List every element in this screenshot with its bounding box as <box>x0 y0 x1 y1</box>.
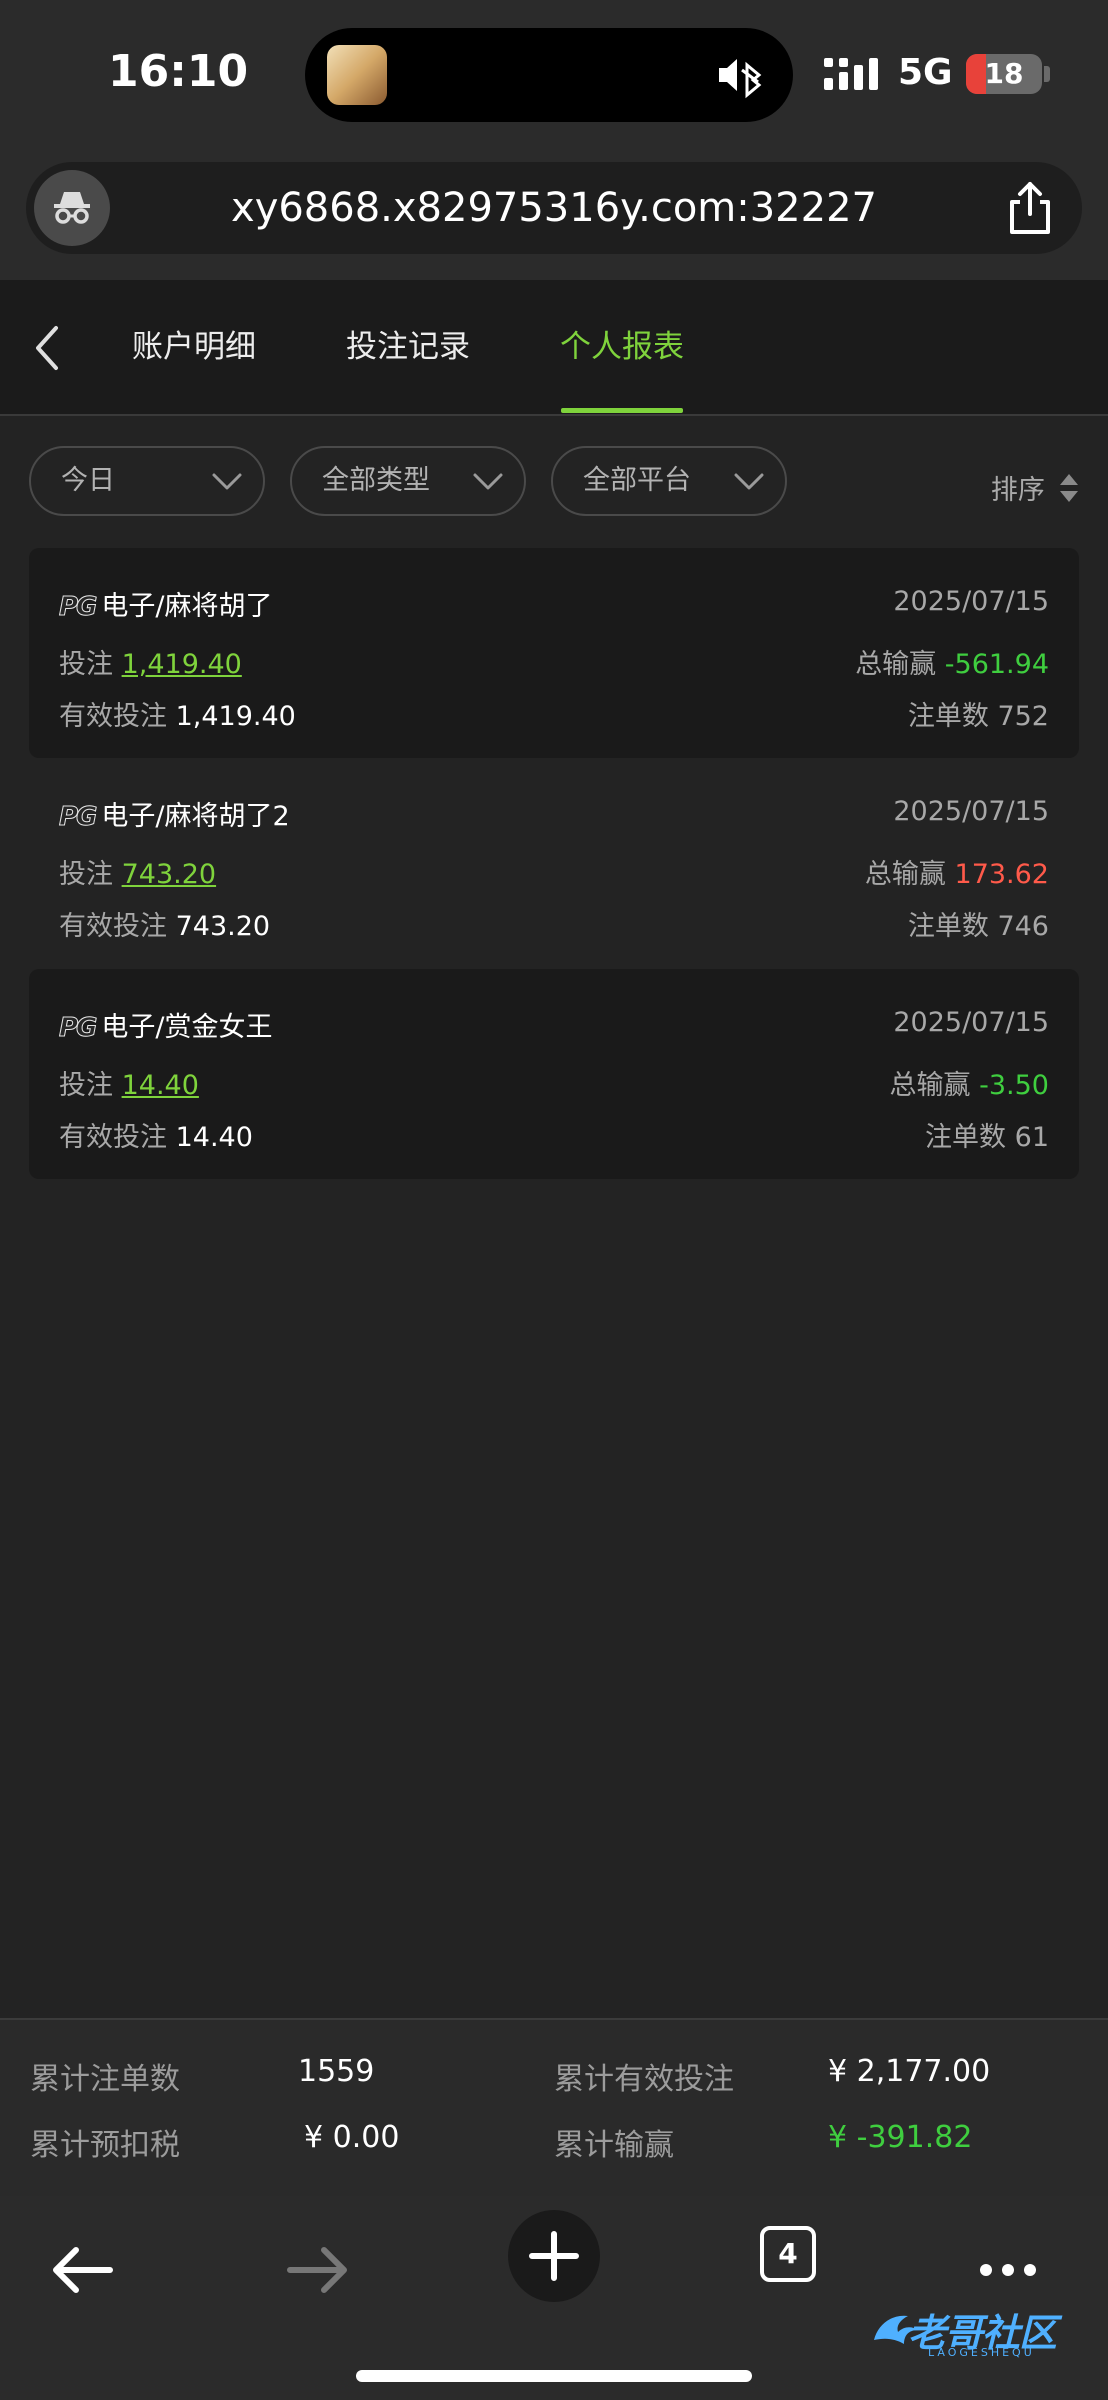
report-tabs: 账户明细 投注记录 个人报表 <box>0 280 1108 416</box>
bet-amount-link[interactable]: 14.40 <box>122 1070 199 1101</box>
platform-filter-dropdown[interactable]: 全部平台 <box>551 446 787 516</box>
watermark-logo: 老哥社区 LAOGESHEQU <box>866 2296 1102 2362</box>
status-bar: 16:10 5G 18 <box>0 0 1108 150</box>
date-filter-dropdown[interactable]: 今日 <box>29 446 265 516</box>
back-arrow-icon[interactable] <box>32 2212 132 2312</box>
pg-logo: PG <box>58 802 97 833</box>
game-name: 电子/赏金女王 <box>101 1012 273 1043</box>
chevron-down-icon <box>473 473 503 490</box>
bet-count-value: 752 <box>997 701 1049 732</box>
platform-filter-label: 全部平台 <box>583 465 691 496</box>
winloss-label: 总输赢 <box>864 859 946 890</box>
battery-icon: 18 <box>966 54 1042 94</box>
valid-bet-value: 743.20 <box>175 911 271 942</box>
pg-logo: PG <box>58 592 97 623</box>
summary-panel: 累计注单数 1559 累计有效投注 ¥ 2,177.00 累计预扣税 ¥ 0.0… <box>0 2018 1108 2198</box>
incognito-icon[interactable] <box>34 170 110 246</box>
total-valid-value: ¥ 2,177.00 <box>828 2054 991 2089</box>
winloss-label: 总输赢 <box>889 1070 971 1101</box>
withholding-tax-label: 累计预扣税 <box>30 2128 180 2163</box>
game-name: 电子/麻将胡了2 <box>101 801 290 832</box>
share-icon[interactable] <box>998 176 1062 240</box>
mute-bluetooth-icon <box>719 59 762 99</box>
plus-icon <box>529 2231 579 2281</box>
bet-amount-link[interactable]: 1,419.40 <box>122 649 242 680</box>
total-bets-label: 累计注单数 <box>30 2062 180 2097</box>
bet-count-label: 注单数 <box>907 911 989 942</box>
bet-count-label: 注单数 <box>925 1122 1007 1153</box>
chevron-down-icon <box>212 473 242 490</box>
total-bets-value: 1559 <box>298 2054 375 2089</box>
date-filter-label: 今日 <box>61 465 115 496</box>
record-date: 2025/07/15 <box>893 586 1049 617</box>
battery-nub <box>1044 66 1050 82</box>
sort-arrows-icon <box>1060 473 1078 502</box>
bet-count-value: 746 <box>997 911 1049 942</box>
type-filter-dropdown[interactable]: 全部类型 <box>290 446 526 516</box>
game-name: 电子/麻将胡了 <box>101 591 273 622</box>
tab-account-details[interactable]: 账户明细 <box>132 280 256 414</box>
winloss-value: -561.94 <box>944 649 1049 680</box>
back-chevron-icon[interactable] <box>20 312 76 384</box>
valid-bet-value: 14.40 <box>175 1122 253 1153</box>
filter-bar: 今日 全部类型 全部平台 排序 <box>0 416 1108 552</box>
url-text[interactable]: xy6868.x82975316y.com:32227 <box>126 162 982 254</box>
winloss-label: 总输赢 <box>855 649 937 680</box>
valid-bet-label: 有效投注 <box>59 911 167 942</box>
pg-logo: PG <box>58 1013 97 1044</box>
bet-count-label: 注单数 <box>907 701 989 732</box>
total-winloss-value: ¥ -391.82 <box>828 2120 973 2155</box>
forward-arrow-icon[interactable] <box>268 2212 368 2312</box>
tab-personal-report[interactable]: 个人报表 <box>560 280 684 414</box>
watermark-subtext: LAOGESHEQU <box>928 2346 1035 2359</box>
total-valid-label: 累计有效投注 <box>554 2062 734 2097</box>
now-playing-thumbnail <box>327 45 387 105</box>
status-time: 16:10 <box>108 46 249 97</box>
valid-bet-value: 1,419.40 <box>175 701 296 732</box>
chevron-down-icon <box>734 473 764 490</box>
battery-level: 18 <box>984 57 1024 90</box>
report-card[interactable]: PG 电子/麻将胡了2 2025/07/15 投注 743.20 总输赢 173.… <box>29 758 1079 968</box>
winloss-value: -3.50 <box>979 1070 1049 1101</box>
home-indicator <box>356 2370 752 2382</box>
sort-button[interactable]: 排序 <box>991 468 1080 508</box>
valid-bet-label: 有效投注 <box>59 701 167 732</box>
record-date: 2025/07/15 <box>893 1007 1049 1038</box>
report-card[interactable]: PG 电子/赏金女王 2025/07/15 投注 14.40 总输赢 -3.50 … <box>29 969 1079 1179</box>
total-winloss-label: 累计输赢 <box>554 2128 674 2163</box>
active-tab-indicator <box>561 408 683 413</box>
bet-label: 投注 <box>59 1070 113 1101</box>
record-date: 2025/07/15 <box>893 796 1049 827</box>
report-card[interactable]: PG 电子/麻将胡了 2025/07/15 投注 1,419.40 总输赢 -56… <box>29 548 1079 758</box>
type-filter-label: 全部类型 <box>322 465 430 496</box>
address-bar[interactable]: xy6868.x82975316y.com:32227 <box>26 162 1082 254</box>
bet-label: 投注 <box>59 859 113 890</box>
bet-count-value: 61 <box>1014 1122 1049 1153</box>
tab-bet-records[interactable]: 投注记录 <box>346 280 470 414</box>
valid-bet-label: 有效投注 <box>59 1122 167 1153</box>
winloss-value: 173.62 <box>954 859 1049 890</box>
bet-amount-link[interactable]: 743.20 <box>122 859 216 890</box>
tab-switcher-button[interactable]: 4 <box>760 2226 816 2282</box>
dynamic-island <box>305 28 793 122</box>
sort-label: 排序 <box>990 475 1045 506</box>
cellular-signal-icon <box>824 58 878 90</box>
network-type: 5G <box>898 52 953 93</box>
withholding-tax-value: ¥ 0.00 <box>304 2120 400 2155</box>
new-tab-button[interactable] <box>508 2210 600 2302</box>
bet-label: 投注 <box>59 649 113 680</box>
browser-toolbar: xy6868.x82975316y.com:32227 <box>0 150 1108 280</box>
